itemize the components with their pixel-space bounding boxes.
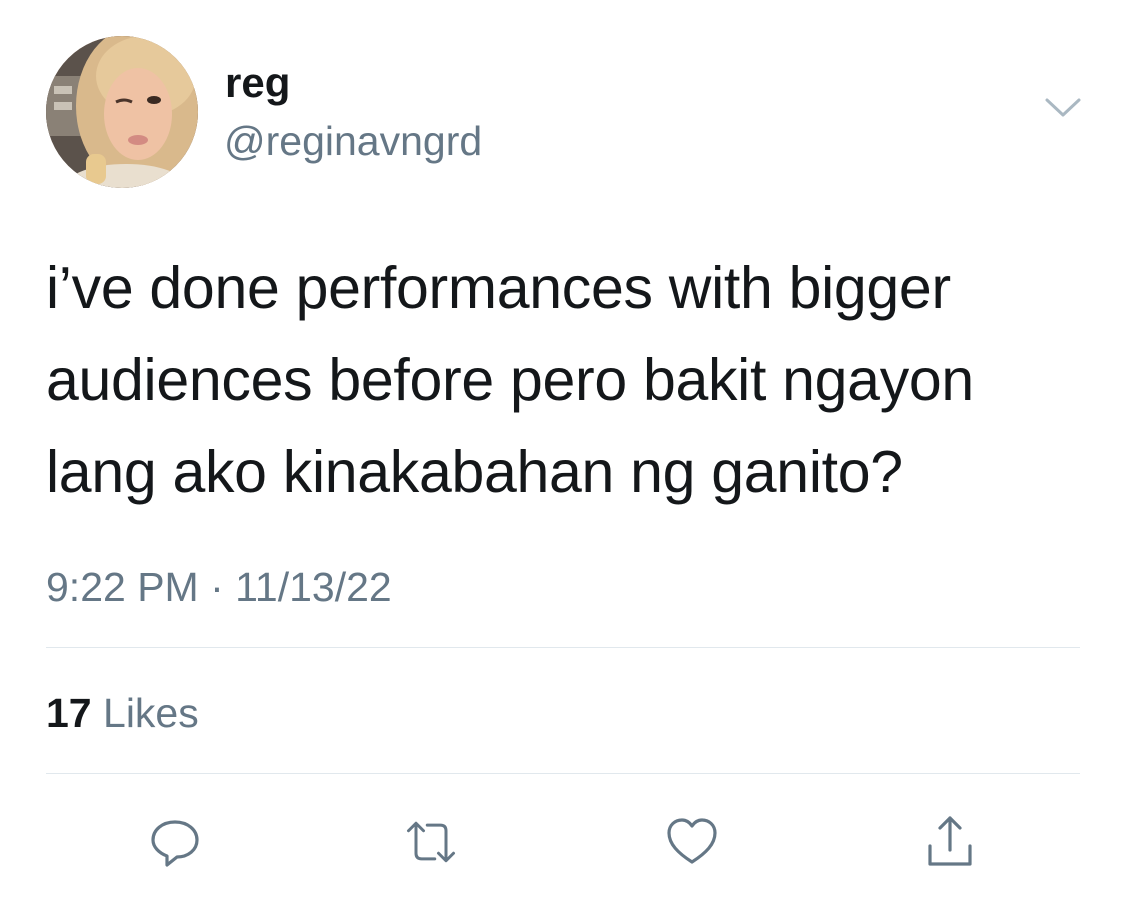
divider bbox=[46, 773, 1080, 774]
meta-separator: · bbox=[210, 564, 224, 610]
like-button[interactable] bbox=[662, 812, 722, 872]
profile-photo-icon bbox=[46, 36, 198, 188]
tweet-card: reg @reginavngrd i’ve done performances … bbox=[0, 0, 1125, 907]
tweet-date: 11/13/22 bbox=[235, 564, 392, 610]
reply-button[interactable] bbox=[145, 812, 205, 872]
likes-stat[interactable]: 17 Likes bbox=[46, 693, 199, 734]
heart-icon bbox=[667, 818, 717, 864]
likes-label: Likes bbox=[103, 690, 199, 736]
user-handle[interactable]: @reginavngrd bbox=[224, 121, 482, 162]
tweet-text: i’ve done performances with bigger audie… bbox=[46, 255, 974, 505]
retweet-button[interactable] bbox=[401, 812, 461, 872]
avatar[interactable] bbox=[46, 36, 198, 188]
display-name[interactable]: reg bbox=[225, 62, 290, 104]
tweet-timestamp: 9:22 PM · 11/13/22 bbox=[46, 567, 392, 608]
likes-count: 17 bbox=[46, 690, 92, 736]
tweet-time: 9:22 PM bbox=[46, 564, 199, 610]
reply-icon bbox=[151, 820, 199, 867]
retweet-icon bbox=[407, 821, 455, 863]
share-button[interactable] bbox=[920, 812, 980, 872]
divider bbox=[46, 647, 1080, 648]
share-icon bbox=[928, 816, 972, 866]
chevron-down-icon[interactable] bbox=[1043, 96, 1083, 120]
